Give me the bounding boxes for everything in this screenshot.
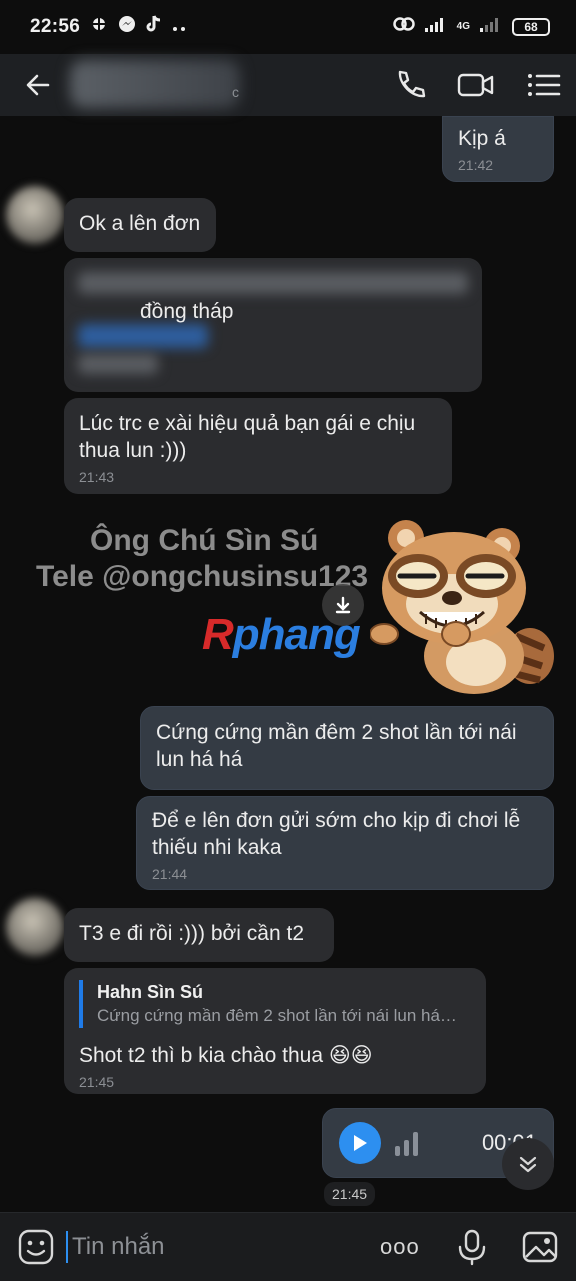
tiktok-icon [146,15,162,39]
link-icon [392,16,415,38]
image-gallery-icon[interactable] [520,1227,560,1267]
message-text: Để e lên đơn gửi sớm cho kịp đi chơi lễ … [152,809,521,859]
quoted-text: Cứng cứng mần đêm 2 shot lần tới nái lun… [97,1006,457,1025]
message-input[interactable]: Tin nhắn [66,1231,362,1263]
scroll-down-button[interactable] [502,1138,554,1190]
microphone-icon[interactable] [452,1227,492,1267]
message-time: 21:45 [79,1074,115,1090]
play-icon[interactable] [339,1122,381,1164]
message-text: Lúc trc e xài hiệu quả bạn gái e chịu th… [79,412,416,462]
contact-avatar[interactable] [6,186,64,244]
messenger-icon [118,15,136,39]
contact-avatar[interactable] [6,898,64,956]
message-time: 21:44 [152,866,188,882]
message-time: 21:42 [458,157,494,173]
notification-icon [90,15,108,39]
message-bubble-outgoing[interactable]: Để e lên đơn gửi sớm cho kịp đi chơi lễ … [136,796,554,890]
message-text: Kịp á [458,127,506,150]
emoji-icon[interactable] [16,1227,56,1267]
contact-status: c [232,84,239,100]
download-icon[interactable] [322,584,364,626]
message-bubble-incoming[interactable]: T3 e đi rồi :))) bởi cần t2 [64,908,334,962]
message-bubble-outgoing[interactable]: Cứng cứng mần đêm 2 shot lần tới nái lun… [140,706,554,790]
blurred-text [78,272,468,294]
phone-call-icon[interactable] [390,66,428,104]
battery-indicator: 68 [512,18,550,36]
back-arrow-icon[interactable] [20,67,56,103]
message-bubble-incoming-reply[interactable]: Hahn Sìn Sú Cứng cứng mần đêm 2 shot lần… [64,968,486,1094]
voice-message-time: 21:45 [324,1182,376,1206]
video-call-icon[interactable] [456,66,494,104]
blurred-text [78,354,158,374]
raccoon-sticker[interactable] [369,516,560,694]
audio-waveform [395,1130,418,1156]
message-time: 21:43 [79,469,115,485]
watermark-tele: Tele @ongchusinsu123 [36,560,369,593]
message-text: Cứng cứng mần đêm 2 shot lần tới nái lun… [156,721,517,771]
message-bubble-incoming[interactable]: Lúc trc e xài hiệu quả bạn gái e chịu th… [64,398,452,494]
message-text: đồng tháp [140,300,234,323]
quoted-sender: Hahn Sìn Sú [97,982,204,1002]
blurred-link [78,324,208,348]
network-type: 4G [456,21,470,32]
watermark-name: Ông Chú Sìn Sú [90,524,319,557]
status-bar: 22:56 4G 68 [0,0,576,54]
quoted-message[interactable]: Hahn Sìn Sú Cứng cứng mần đêm 2 shot lần… [79,980,471,1028]
message-composer: Tin nhắn ooo [0,1212,576,1281]
more-options-icon[interactable]: ooo [380,1227,424,1267]
message-list[interactable]: Kịp á 21:42 Ok a lên đơn đồng tháp Lúc t… [0,116,576,1212]
message-bubble-incoming-blurred[interactable]: đồng tháp [64,258,482,392]
status-time: 22:56 [30,16,81,37]
chevrons-down-icon [519,1156,537,1173]
message-text: T3 e đi rồi :))) bởi cần t2 [79,922,305,945]
menu-list-icon[interactable] [524,66,562,104]
message-text: Ok a lên đơn [79,212,201,235]
contact-name-blurred[interactable] [70,60,240,108]
more-notifications-icon [172,16,186,38]
message-text: Shot t2 thì b kia chào thua 😆😆 [79,1044,373,1067]
signal-icon [424,16,447,38]
message-bubble-outgoing[interactable]: Kịp á 21:42 [442,116,554,182]
chat-header: c [0,54,576,116]
signal-icon-2 [480,16,502,38]
message-bubble-incoming[interactable]: Ok a lên đơn [64,198,216,252]
